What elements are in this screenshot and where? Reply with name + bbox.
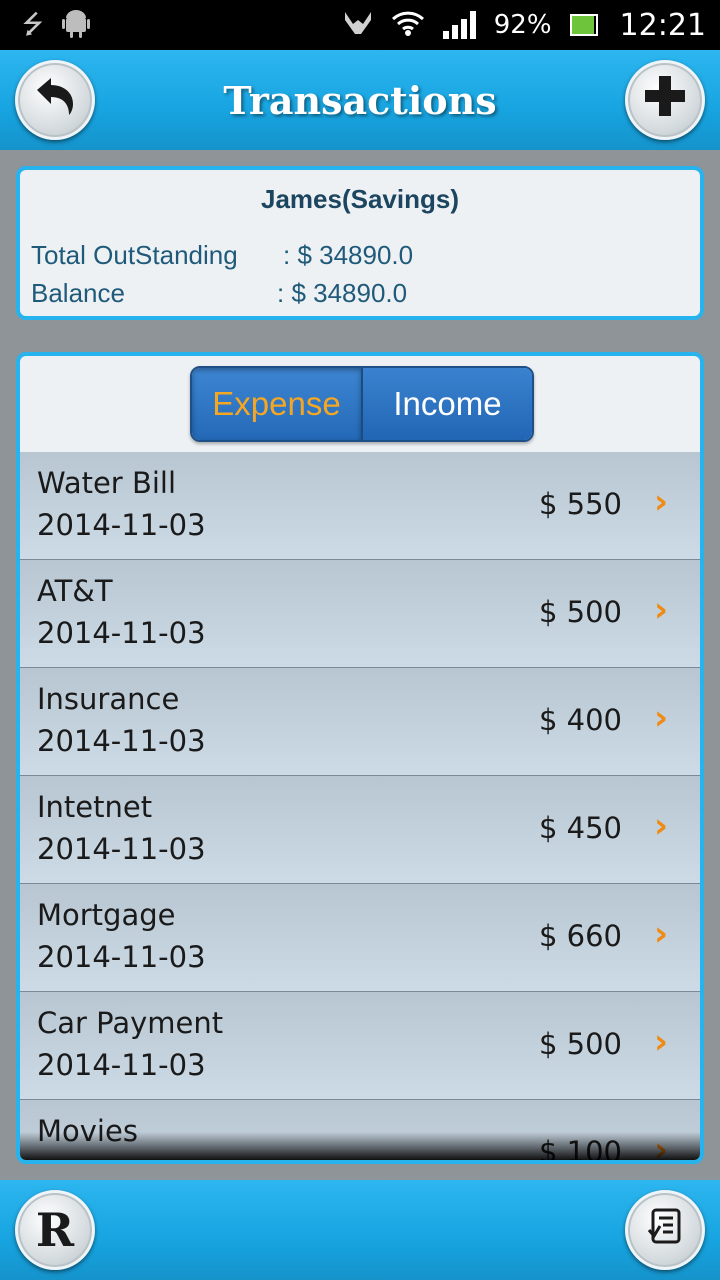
back-arrow-icon [33,73,77,127]
list-item[interactable]: Water Bill 2014-11-03 $ 550 › [20,452,700,560]
type-segmented-control: Expense Income [190,366,534,442]
add-transaction-button[interactable] [625,60,705,140]
scroll-fade [20,1132,700,1160]
transaction-date: 2014-11-03 [37,1048,206,1082]
transaction-date: 2014-11-03 [37,508,206,542]
status-right: 92% 12:21 [343,8,706,43]
account-name: James(Savings) [261,184,459,214]
account-summary-card: James(Savings) Total OutStanding : $ 348… [16,166,704,320]
transaction-list[interactable]: Water Bill 2014-11-03 $ 550 › AT&T 2014-11-03… [20,452,700,1160]
footer-bar: R [0,1180,720,1280]
outstanding-row: Total OutStanding : $ 34890.0 [31,240,413,271]
transaction-amount: $ 400 [538,703,622,737]
transactions-panel: Expense Income Water Bill 2014-11-03 $ 550… [16,352,704,1164]
header-bar: Transactions [0,50,720,150]
list-item[interactable]: Mortgage 2014-11-03 $ 660 › [20,884,700,992]
battery-percent: 92% [493,10,552,40]
transaction-amount: $ 500 [538,595,622,629]
chevron-right-icon: › [653,806,668,846]
battery-icon [569,14,598,36]
usb-icon: ⭍ [22,10,44,40]
back-button[interactable] [15,60,95,140]
balance-label: Balance [31,278,125,308]
transaction-name: Water Bill [37,466,177,500]
tab-expense[interactable]: Expense [192,368,363,440]
list-item[interactable]: Car Payment 2014-11-03 $ 500 › [20,992,700,1100]
status-left: ⭍ [22,8,90,43]
transaction-amount: $ 500 [538,1027,622,1061]
transaction-date: 2014-11-03 [37,832,206,866]
outstanding-value: : $ 34890.0 [283,240,414,270]
balance-row: Balance : $ 34890.0 [31,278,407,309]
transaction-name: Mortgage [37,898,176,932]
list-item[interactable]: Intetnet 2014-11-03 $ 450 › [20,776,700,884]
chevron-right-icon: › [653,698,668,738]
signal-icon [442,11,476,39]
transaction-amount: $ 450 [538,811,622,845]
list-item[interactable]: Insurance 2014-11-03 $ 400 › [20,668,700,776]
transaction-amount: $ 550 [538,487,622,521]
outstanding-label: Total OutStanding [31,240,238,270]
balance-value: : $ 34890.0 [277,278,408,308]
android-icon [61,8,90,43]
transaction-date: 2014-11-03 [37,724,206,758]
transaction-name: AT&T [37,574,113,608]
transaction-name: Intetnet [37,790,153,824]
r-button[interactable]: R [15,1190,95,1270]
chevron-right-icon: › [653,482,668,522]
wifi-icon [391,9,425,42]
chevron-right-icon: › [653,590,668,630]
tab-income[interactable]: Income [363,368,532,440]
chevron-right-icon: › [653,914,668,954]
hands-icon [343,10,373,41]
chevron-right-icon: › [653,1022,668,1062]
list-item[interactable]: AT&T 2014-11-03 $ 500 › [20,560,700,668]
transaction-name: Insurance [37,682,180,716]
r-button-label: R [35,1203,75,1257]
report-button[interactable] [625,1190,705,1270]
transaction-date: 2014-11-03 [37,940,206,974]
transaction-amount: $ 660 [538,919,622,953]
clock: 12:21 [619,7,706,43]
transaction-name: Car Payment [37,1006,224,1040]
page-title: Transactions [223,77,497,123]
transaction-date: 2014-11-03 [37,616,206,650]
report-checklist-icon [645,1206,685,1255]
plus-icon [643,72,687,128]
status-bar: ⭍ 92% 12:21 [0,0,720,50]
